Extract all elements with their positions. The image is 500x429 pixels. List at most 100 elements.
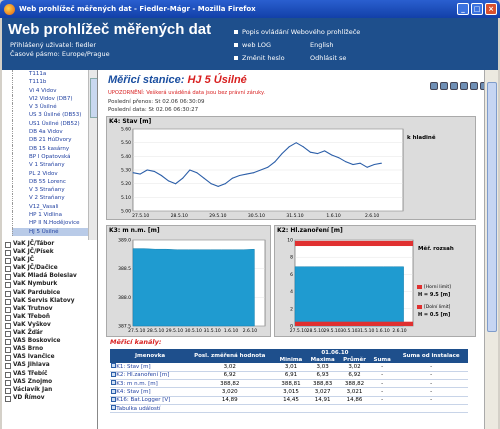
row-checkbox[interactable]: [110, 388, 116, 394]
y-tick-label: 5.60: [121, 127, 131, 133]
data-point: [295, 142, 297, 144]
cell-value: [370, 404, 395, 414]
english-link[interactable]: English: [310, 39, 346, 52]
group-item[interactable]: VaK JČ/Tábor: [2, 240, 97, 249]
tree-item[interactable]: US 3 Úsilné (DB53): [12, 111, 88, 120]
group-item[interactable]: VAS Jihlava: [2, 361, 97, 370]
firefox-icon: [4, 3, 15, 15]
channel-name[interactable]: Tabulka událostí: [116, 404, 184, 414]
tree-item[interactable]: BP I Opatovská: [12, 152, 88, 162]
table-row: K1: Stav [m] 3,02 3,01 3,03 3,02- -: [110, 363, 468, 372]
group-item[interactable]: VD Římov: [2, 394, 97, 402]
tree-item[interactable]: V 3 Úsilné: [12, 103, 88, 112]
row-checkbox[interactable]: [110, 363, 116, 369]
minimize-button[interactable]: _: [457, 3, 469, 15]
cell-value: [183, 404, 276, 414]
page-scrollbar[interactable]: [484, 70, 498, 429]
tree-item[interactable]: PL 2 Vidov: [12, 169, 88, 178]
data-point: [217, 185, 219, 187]
tree-item[interactable]: T111b: [12, 78, 88, 87]
chart-k2: K2: Hl.zanoření [m] 10 8 6 4 2 0 27.5.10 28.5.1…: [274, 225, 476, 337]
cell-value: -: [394, 396, 468, 406]
group-item[interactable]: VaK Nymburk: [2, 280, 97, 289]
tree-scrollbar[interactable]: [88, 70, 97, 240]
group-item[interactable]: VaK Třeboň: [2, 313, 97, 321]
x-tick-label: 1.6.10: [224, 328, 238, 334]
channel-name[interactable]: K2: Hl.zanoření [m]: [116, 371, 184, 381]
group-item[interactable]: VaK Trutnov: [2, 305, 97, 313]
series-area: [132, 248, 255, 327]
group-item[interactable]: VAS Brno: [2, 345, 97, 354]
col-name: Jmenovka: [116, 349, 184, 363]
scroll-thumb[interactable]: [487, 82, 497, 332]
tree-item[interactable]: V 2 Straňany: [12, 194, 88, 203]
tree-item[interactable]: DB 4a Vidov: [12, 128, 88, 137]
row-checkbox[interactable]: [110, 380, 116, 386]
table-row: K16: Bat.Logger [V] 14,89 14,45 14,91 14,86-…: [110, 396, 468, 406]
group-item[interactable]: VAS Ivančice: [2, 353, 97, 362]
col-min: Minima: [275, 356, 307, 363]
group-item[interactable]: VAS Boskovice: [2, 337, 97, 346]
group-item[interactable]: VaK Mladá Boleslav: [2, 272, 97, 281]
table-row: Tabulka událostí: [110, 404, 468, 414]
group-item[interactable]: VaK Pardubice: [2, 289, 97, 297]
cell-value: [394, 404, 468, 414]
group-item[interactable]: VaK JČ/Písek: [2, 248, 97, 257]
chart-k3: K3: m n.m. [m] 389.0 388.5 388.0 387.5 27.5.…: [106, 225, 271, 337]
row-checkbox[interactable]: [110, 371, 116, 377]
cell-value: -: [394, 387, 468, 397]
upper-limit-swatch: [417, 285, 422, 289]
x-tick-label: 29.5.10: [209, 213, 226, 219]
tree-item[interactable]: DB 15 kasárny: [12, 144, 88, 153]
table-icon[interactable]: [450, 82, 458, 90]
tree-item[interactable]: DB 55 Lorenc: [12, 177, 88, 187]
tree-item[interactable]: V 1 Straňany: [12, 161, 88, 170]
export-icon[interactable]: [460, 82, 468, 90]
data-point: [317, 153, 318, 155]
logout-link[interactable]: Odhlásit se: [310, 52, 346, 65]
channel-name[interactable]: K16: Bat.Logger [V]: [116, 396, 184, 406]
group-item[interactable]: VaK Žďár: [2, 329, 97, 338]
sidebar: T111a T111b Vi 4 Vidov VI2 Vidov (DB7) V 3 Ú…: [2, 70, 98, 429]
group-item[interactable]: VAS Znojmo: [2, 378, 97, 386]
tree-item[interactable]: T111a: [12, 70, 88, 79]
tree-item[interactable]: VI2 Vidov (DB7): [12, 94, 88, 104]
window-titlebar: Web prohlížeč měřených dat - Fiedler-Mág…: [0, 0, 500, 18]
last-data: Poslední data: St 02.06 06:30:27: [108, 107, 199, 113]
channel-name[interactable]: K1: Stav [m]: [116, 363, 184, 372]
col-avg: Průměr: [338, 356, 371, 363]
tree-item[interactable]: HP II N.Hodějovice: [12, 219, 88, 228]
data-point: [338, 157, 340, 159]
channel-name[interactable]: K4: Stav [m]: [116, 387, 184, 397]
tree-item[interactable]: V12_Vasali: [12, 202, 88, 212]
row-checkbox[interactable]: [110, 396, 116, 402]
chart-k4: K4: Stav [m] 5.60 5.50 5.40 5.30 5.20 5.10 5.0…: [106, 116, 476, 220]
cell-value: 3,015: [275, 387, 307, 397]
data-point: [246, 173, 248, 175]
group-item[interactable]: VaK Servis Klatovy: [2, 297, 97, 305]
station-title: Měřicí stanice: HJ 5 Úsilné: [108, 74, 247, 86]
x-tick-label: 29.5.10: [323, 328, 340, 334]
x-tick-label: 1.6.10: [375, 328, 389, 334]
tree-item[interactable]: DB 21 HúDvory: [12, 136, 88, 145]
tree-item[interactable]: Vi 4 Vidov: [12, 86, 88, 95]
group-item[interactable]: Václavík Jan: [2, 386, 97, 394]
group-item[interactable]: VaK Vyškov: [2, 321, 97, 330]
refresh-icon[interactable]: [430, 82, 438, 90]
channel-name[interactable]: K3: m n.m. [m]: [116, 379, 184, 389]
help-link[interactable]: Popis ovládání Webového prohlížeče: [234, 26, 360, 39]
tree-item[interactable]: HJ 5 Úsilné: [12, 227, 88, 236]
group-item[interactable]: VAS Třebíč: [2, 370, 97, 378]
tree-item[interactable]: V 3 Straňany: [12, 186, 88, 195]
row-checkbox[interactable]: [110, 405, 116, 411]
tree-item[interactable]: HP 1 Vidlina: [12, 211, 88, 220]
graph-icon[interactable]: [440, 82, 448, 90]
data-point: [331, 154, 333, 156]
close-button[interactable]: ×: [485, 3, 497, 15]
group-item[interactable]: VaK JČ/Dačice: [2, 264, 97, 273]
print-icon[interactable]: [470, 82, 478, 90]
x-tick-label: 27.5.10: [128, 328, 145, 334]
group-item[interactable]: VaK JČ: [2, 256, 97, 265]
tree-item[interactable]: US1 Úsilné (DB52): [12, 119, 88, 129]
maximize-button[interactable]: □: [471, 3, 483, 15]
